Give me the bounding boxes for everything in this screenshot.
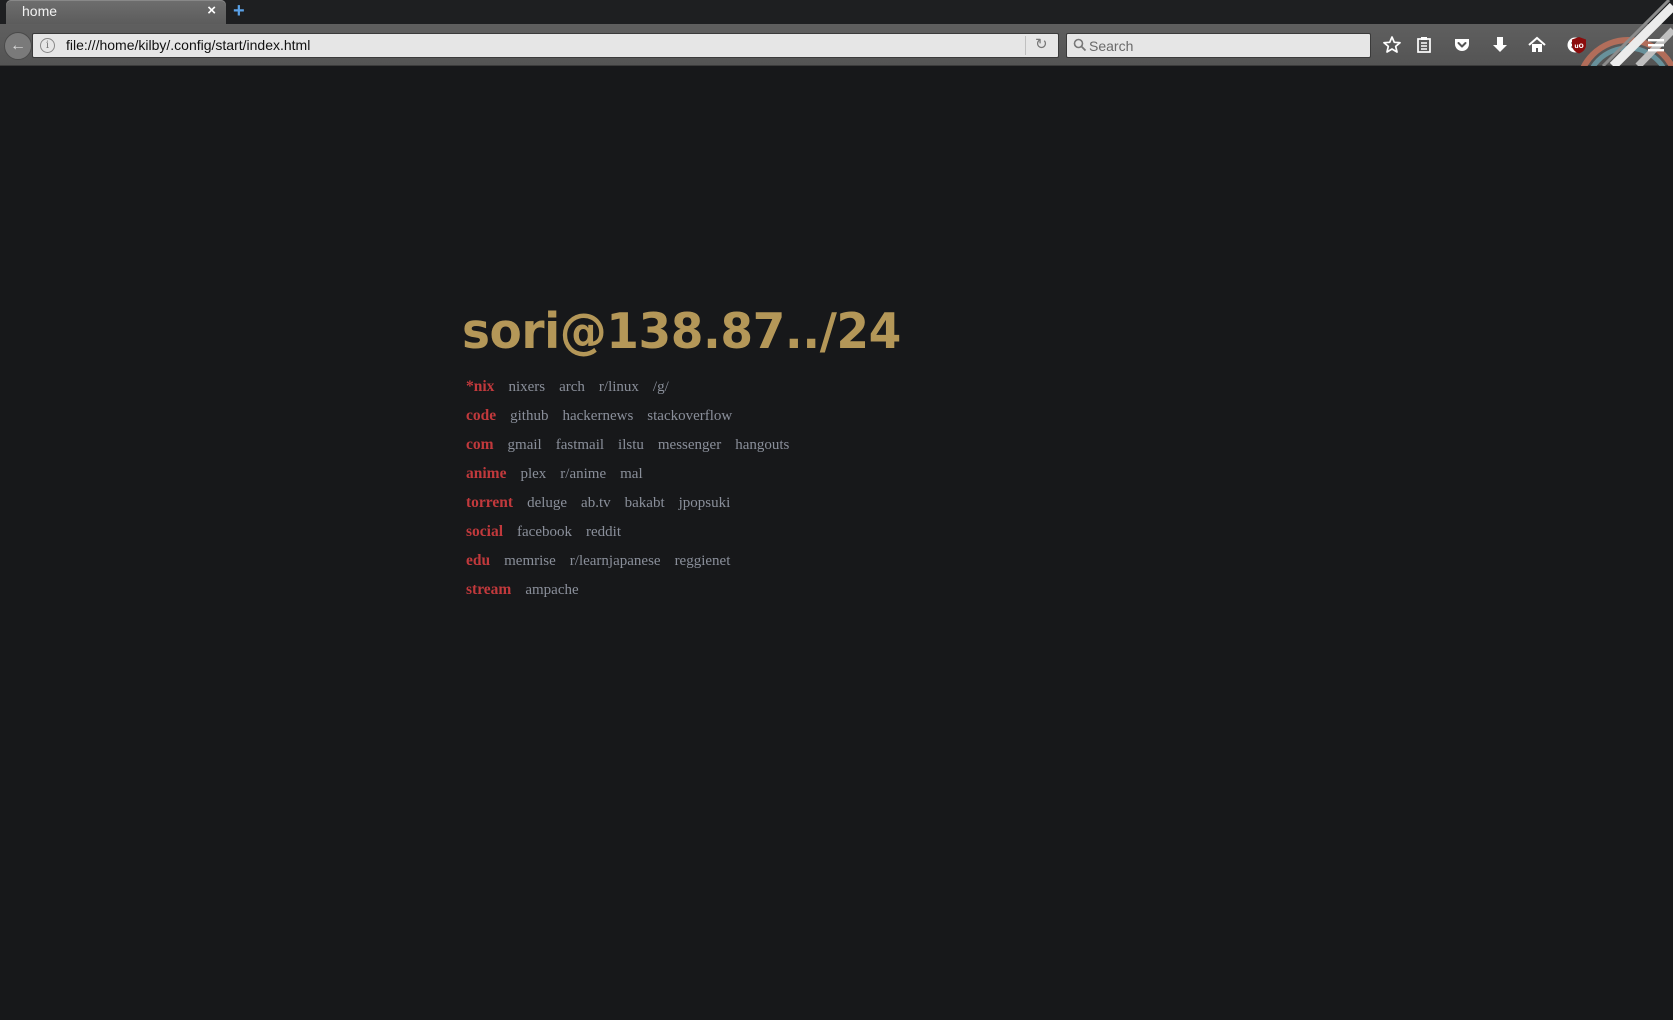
category-row: stream ampache	[466, 575, 919, 604]
bookmark-link[interactable]: fastmail	[556, 437, 604, 453]
bookmark-link[interactable]: ilstu	[618, 437, 644, 453]
search-icon	[1073, 38, 1087, 52]
bookmark-link[interactable]: reggienet	[675, 553, 731, 569]
bookmark-link[interactable]: r/learnjapanese	[570, 553, 661, 569]
reading-list-icon[interactable]	[1413, 34, 1435, 56]
start-page-content: sori@138.87../24 *nix nixers arch r/linux/g…	[462, 302, 919, 604]
url-bar[interactable]: i file:///home/kilby/.config/start/index…	[32, 33, 1059, 58]
url-text[interactable]: file:///home/kilby/.config/start/index.h…	[66, 37, 310, 53]
link-list: *nix nixers arch r/linux/g/code github hacker…	[462, 372, 919, 604]
search-input[interactable]	[1089, 34, 1359, 57]
info-icon[interactable]: i	[40, 38, 55, 53]
category-label: *nix	[466, 378, 495, 395]
category-label: stream	[466, 581, 512, 598]
category-label: social	[466, 523, 504, 540]
tab-title: home	[22, 3, 58, 19]
tab-close-icon[interactable]: ×	[207, 2, 216, 19]
bookmark-link[interactable]: r/anime	[560, 466, 606, 482]
reload-icon[interactable]: ↻	[1035, 35, 1048, 53]
theme-art-graphic	[1580, 0, 1673, 66]
category-row: edu memrise r/learnjapanese reggienet	[466, 546, 919, 575]
navigation-toolbar: ← i file:///home/kilby/.config/start/ind…	[0, 24, 1673, 66]
bookmark-link[interactable]: r/linux	[599, 379, 639, 395]
category-row: code github hackernews stackoverflow	[466, 401, 919, 430]
new-tab-icon[interactable]: +	[233, 0, 245, 23]
category-row: torrent deluge ab.tv bakabt jpopsuki	[466, 488, 919, 517]
category-label: anime	[466, 465, 507, 482]
bookmark-link[interactable]: messenger	[658, 437, 721, 453]
tab-strip: home × +	[0, 0, 1673, 24]
page-heading: sori@138.87../24	[462, 303, 901, 360]
bookmark-link[interactable]: stackoverflow	[647, 408, 732, 424]
bookmark-link[interactable]: ab.tv	[581, 495, 611, 511]
category-label: code	[466, 407, 497, 424]
bookmark-link[interactable]: gmail	[508, 437, 542, 453]
bookmark-link[interactable]: /g/	[653, 379, 669, 395]
pocket-icon[interactable]	[1451, 34, 1473, 56]
menu-icon[interactable]	[1645, 34, 1667, 56]
bookmark-link[interactable]: ampache	[525, 582, 578, 598]
bookmark-link[interactable]: reddit	[586, 524, 621, 540]
bookmark-link[interactable]: github	[510, 408, 548, 424]
back-button[interactable]: ←	[4, 32, 32, 60]
bookmark-link[interactable]: arch	[559, 379, 585, 395]
category-label: com	[466, 436, 494, 453]
category-label: edu	[466, 552, 491, 569]
bookmark-link[interactable]: plex	[520, 466, 546, 482]
tab-home[interactable]: home ×	[6, 0, 226, 24]
category-row: *nix nixers arch r/linux/g/	[466, 372, 919, 401]
url-bar-divider	[1025, 36, 1026, 55]
bookmark-link[interactable]: memrise	[504, 553, 556, 569]
bookmark-link[interactable]: facebook	[517, 524, 572, 540]
category-row: com gmail fastmail ilstu messenger hangouts	[466, 430, 919, 459]
download-icon[interactable]	[1489, 34, 1511, 56]
bookmark-link[interactable]: hangouts	[735, 437, 789, 453]
bookmark-link[interactable]: mal	[620, 466, 643, 482]
theme-corner-art: uO	[1543, 0, 1673, 66]
category-row: social facebook reddit	[466, 517, 919, 546]
bookmark-link[interactable]: jpopsuki	[679, 495, 731, 511]
bookmark-link[interactable]: nixers	[508, 379, 545, 395]
category-label: torrent	[466, 494, 514, 511]
category-row: anime plex r/anime mal	[466, 459, 919, 488]
bookmark-link[interactable]: bakabt	[625, 495, 665, 511]
ublock-icon[interactable]: uO	[1568, 34, 1590, 56]
search-bar[interactable]	[1066, 33, 1371, 58]
bookmark-link[interactable]: hackernews	[562, 408, 633, 424]
bookmark-link[interactable]: deluge	[527, 495, 567, 511]
svg-text:uO: uO	[1574, 43, 1583, 50]
bookmark-star-icon[interactable]	[1381, 34, 1403, 56]
